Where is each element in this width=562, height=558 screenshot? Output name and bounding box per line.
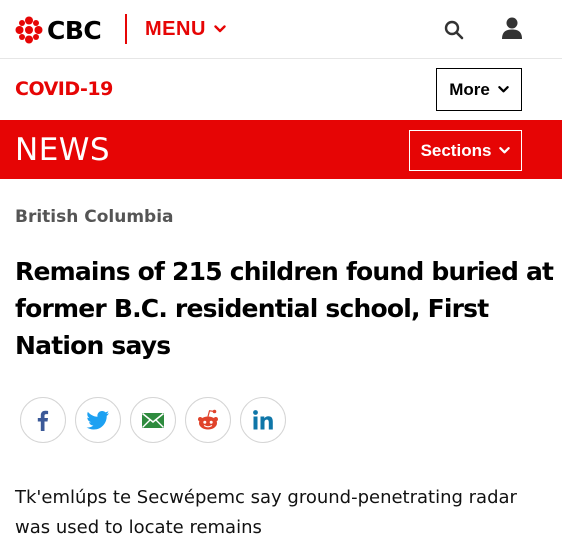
email-icon bbox=[141, 412, 165, 428]
article-headline: Remains of 215 children found buried at … bbox=[15, 257, 554, 360]
search-icon[interactable] bbox=[444, 20, 464, 40]
menu-label: MENU bbox=[145, 17, 206, 40]
facebook-icon bbox=[37, 410, 49, 431]
sections-button[interactable]: Sections bbox=[409, 130, 522, 171]
reddit-icon bbox=[198, 409, 218, 430]
share-facebook-button[interactable] bbox=[20, 397, 66, 443]
more-button[interactable]: More bbox=[436, 68, 522, 111]
share-email-button[interactable] bbox=[130, 397, 176, 443]
trending-bar: COVID-19 More bbox=[0, 60, 562, 120]
top-header: CBC MENU bbox=[0, 0, 562, 59]
chevron-down-icon bbox=[214, 25, 226, 33]
chevron-down-icon bbox=[499, 147, 511, 154]
logo-text: CBC bbox=[47, 15, 102, 45]
article-category-link[interactable]: British Columbia bbox=[15, 207, 174, 227]
share-linkedin-button[interactable] bbox=[240, 397, 286, 443]
twitter-icon bbox=[86, 411, 109, 430]
linkedin-icon bbox=[253, 410, 273, 430]
sections-label: Sections bbox=[420, 140, 492, 160]
cbc-gem-icon bbox=[15, 16, 43, 44]
share-reddit-button[interactable] bbox=[185, 397, 231, 443]
share-buttons bbox=[20, 397, 286, 443]
more-label: More bbox=[449, 79, 490, 99]
article-deck: Tk'emlúps te Secwépemc say ground-penetr… bbox=[15, 487, 517, 538]
cbc-logo-link[interactable]: CBC bbox=[15, 14, 102, 46]
covid-19-link[interactable]: COVID-19 bbox=[15, 78, 113, 100]
menu-button[interactable]: MENU bbox=[145, 14, 226, 44]
news-title[interactable]: NEWS bbox=[15, 132, 110, 168]
header-divider bbox=[125, 14, 127, 44]
user-account-icon[interactable] bbox=[501, 16, 523, 40]
chevron-down-icon bbox=[498, 86, 509, 93]
news-section-bar: NEWS Sections bbox=[0, 120, 562, 179]
share-twitter-button[interactable] bbox=[75, 397, 121, 443]
